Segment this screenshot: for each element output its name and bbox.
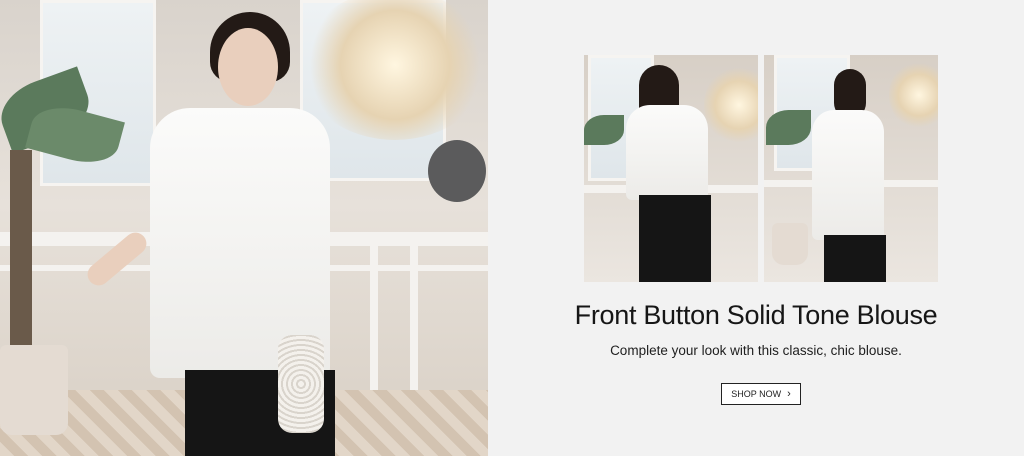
blouse (626, 105, 708, 200)
speaker (428, 140, 486, 202)
thumbnail-back-view[interactable] (584, 55, 758, 282)
product-subtitle: Complete your look with this classic, ch… (610, 343, 902, 358)
skirt (639, 195, 711, 282)
hero-photo[interactable] (0, 0, 488, 456)
plant-trunk (10, 150, 32, 350)
plant-leaf (766, 110, 811, 145)
product-panel: Front Button Solid Tone Blouse Complete … (488, 0, 1024, 456)
skirt (824, 235, 886, 282)
product-title: Front Button Solid Tone Blouse (574, 300, 938, 330)
plant-leaf (584, 115, 624, 145)
shop-now-label: SHOP NOW (731, 389, 782, 399)
chandelier (300, 0, 488, 140)
blouse (812, 110, 884, 240)
model-face (218, 28, 278, 106)
chandelier (889, 60, 938, 130)
plant-pot (772, 223, 808, 265)
thumbnail-side-view[interactable] (764, 55, 938, 282)
pearl-bag (278, 335, 324, 433)
plant-pot (0, 345, 68, 435)
promo-banner: Front Button Solid Tone Blouse Complete … (0, 0, 1024, 456)
chandelier (704, 65, 758, 145)
chevron-right-icon: › (787, 387, 791, 400)
shop-now-button[interactable]: SHOP NOW › (721, 383, 801, 405)
